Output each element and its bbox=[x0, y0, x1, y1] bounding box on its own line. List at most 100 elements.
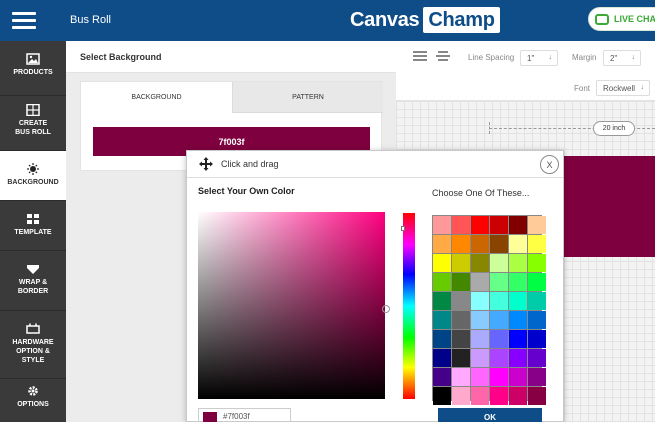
palette-swatch[interactable] bbox=[471, 292, 489, 310]
palette-swatch[interactable] bbox=[433, 292, 451, 310]
sidebar-item-create-bus-roll[interactable]: CREATE BUS ROLL bbox=[0, 96, 66, 151]
palette-swatch[interactable] bbox=[433, 254, 451, 272]
ok-button[interactable]: OK bbox=[438, 408, 542, 422]
palette-swatch[interactable] bbox=[471, 368, 489, 386]
bus-roll-banner[interactable] bbox=[560, 156, 655, 257]
menu-icon[interactable] bbox=[12, 9, 36, 31]
app-title: Bus Roll bbox=[70, 14, 111, 26]
margin-select[interactable]: 2" ↓ bbox=[603, 50, 641, 66]
palette-swatch[interactable] bbox=[471, 216, 489, 234]
sidebar-item-wrap-border[interactable]: WRAP & BORDER bbox=[0, 251, 66, 311]
palette-swatch[interactable] bbox=[509, 216, 527, 234]
hue-slider-handle[interactable] bbox=[401, 226, 405, 231]
palette-swatch[interactable] bbox=[490, 330, 508, 348]
font-value: Rockwell bbox=[603, 83, 636, 93]
sidebar-item-hardware[interactable]: HARDWARE OPTION & STYLE bbox=[0, 311, 66, 379]
palette-swatch[interactable] bbox=[471, 330, 489, 348]
palette-swatch[interactable] bbox=[433, 216, 451, 234]
tab-pattern[interactable]: PATTERN bbox=[232, 82, 383, 113]
palette-swatch[interactable] bbox=[509, 368, 527, 386]
palette-swatch[interactable] bbox=[528, 254, 546, 272]
color-picker-dialog: Click and drag X Select Your Own Color C… bbox=[186, 150, 564, 422]
palette-swatch[interactable] bbox=[509, 311, 527, 329]
margin-value: 2" bbox=[610, 53, 618, 63]
palette-swatch[interactable] bbox=[433, 311, 451, 329]
palette-swatch[interactable] bbox=[509, 273, 527, 291]
hue-slider[interactable] bbox=[403, 213, 415, 399]
font-select[interactable]: Rockwell ↓ bbox=[596, 80, 650, 96]
sidebar: PRODUCTS CREATE BUS ROLL BACKGROUND TEMP… bbox=[0, 41, 66, 422]
palette-swatch[interactable] bbox=[471, 311, 489, 329]
palette-swatch[interactable] bbox=[528, 349, 546, 367]
palette-swatch[interactable] bbox=[490, 254, 508, 272]
logo-text-canvas: Canvas bbox=[350, 8, 420, 31]
sidebar-item-background[interactable]: BACKGROUND bbox=[0, 151, 66, 201]
palette-swatch[interactable] bbox=[471, 387, 489, 405]
palette-swatch[interactable] bbox=[490, 368, 508, 386]
palette-swatch[interactable] bbox=[528, 368, 546, 386]
palette-swatch[interactable] bbox=[452, 216, 470, 234]
sidebar-item-template[interactable]: TEMPLATE bbox=[0, 201, 66, 251]
palette-swatch[interactable] bbox=[452, 235, 470, 253]
sidebar-item-products[interactable]: PRODUCTS bbox=[0, 41, 66, 96]
palette-swatch[interactable] bbox=[452, 292, 470, 310]
palette-swatch[interactable] bbox=[433, 273, 451, 291]
palette-swatch[interactable] bbox=[490, 311, 508, 329]
palette-swatch[interactable] bbox=[452, 387, 470, 405]
sidebar-item-label: CREATE BUS ROLL bbox=[15, 120, 51, 136]
move-icon[interactable] bbox=[199, 157, 213, 171]
palette-swatch[interactable] bbox=[452, 330, 470, 348]
palette-swatch[interactable] bbox=[528, 273, 546, 291]
palette-swatch[interactable] bbox=[490, 216, 508, 234]
line-spacing-value: 1" bbox=[527, 53, 535, 63]
palette-swatch[interactable] bbox=[433, 387, 451, 405]
image-icon bbox=[26, 53, 40, 65]
palette-swatch[interactable] bbox=[528, 235, 546, 253]
saturation-value-area[interactable] bbox=[198, 212, 385, 399]
hardware-icon bbox=[26, 323, 40, 334]
palette-swatch[interactable] bbox=[471, 273, 489, 291]
palette-swatch[interactable] bbox=[528, 311, 546, 329]
sidebar-item-label: PRODUCTS bbox=[13, 69, 53, 76]
align-justify-icon[interactable] bbox=[413, 51, 427, 63]
palette-swatch[interactable] bbox=[471, 254, 489, 272]
palette-swatch[interactable] bbox=[528, 387, 546, 405]
line-spacing-select[interactable]: 1" ↓ bbox=[520, 50, 558, 66]
palette-swatch[interactable] bbox=[528, 216, 546, 234]
palette-swatch[interactable] bbox=[490, 349, 508, 367]
color-picker-handle[interactable] bbox=[382, 305, 390, 313]
palette-swatch[interactable] bbox=[528, 292, 546, 310]
palette-swatch[interactable] bbox=[452, 254, 470, 272]
text-toolbar: Line Spacing 1" ↓ Margin 2" ↓ Font Rockw… bbox=[396, 41, 655, 101]
palette-swatch[interactable] bbox=[528, 330, 546, 348]
live-chat-button[interactable]: LIVE CHAT bbox=[588, 7, 655, 31]
palette-swatch[interactable] bbox=[452, 368, 470, 386]
palette-swatch[interactable] bbox=[509, 292, 527, 310]
palette-swatch[interactable] bbox=[433, 349, 451, 367]
sidebar-item-options[interactable]: OPTIONS bbox=[0, 379, 66, 422]
palette-swatch[interactable] bbox=[509, 235, 527, 253]
palette-swatch[interactable] bbox=[509, 387, 527, 405]
palette-swatch[interactable] bbox=[509, 330, 527, 348]
palette-swatch[interactable] bbox=[490, 235, 508, 253]
margin-label: Margin bbox=[572, 53, 597, 62]
palette-swatch[interactable] bbox=[490, 387, 508, 405]
hex-input[interactable]: #7f003f bbox=[198, 408, 291, 422]
palette-swatch[interactable] bbox=[490, 292, 508, 310]
color-picker-header[interactable]: Click and drag X bbox=[187, 151, 563, 178]
palette-swatch[interactable] bbox=[490, 273, 508, 291]
palette-swatch[interactable] bbox=[433, 235, 451, 253]
palette-swatch[interactable] bbox=[433, 330, 451, 348]
palette-swatch[interactable] bbox=[452, 273, 470, 291]
tab-background[interactable]: BACKGROUND bbox=[81, 82, 232, 113]
palette-swatch[interactable] bbox=[471, 235, 489, 253]
align-center-icon[interactable] bbox=[436, 51, 450, 63]
palette-swatch[interactable] bbox=[452, 311, 470, 329]
close-button[interactable]: X bbox=[540, 155, 559, 174]
palette-swatch[interactable] bbox=[433, 368, 451, 386]
palette-swatch[interactable] bbox=[471, 349, 489, 367]
logo[interactable]: Canvas Champ bbox=[350, 7, 500, 33]
palette-swatch[interactable] bbox=[452, 349, 470, 367]
palette-swatch[interactable] bbox=[509, 349, 527, 367]
palette-swatch[interactable] bbox=[509, 254, 527, 272]
